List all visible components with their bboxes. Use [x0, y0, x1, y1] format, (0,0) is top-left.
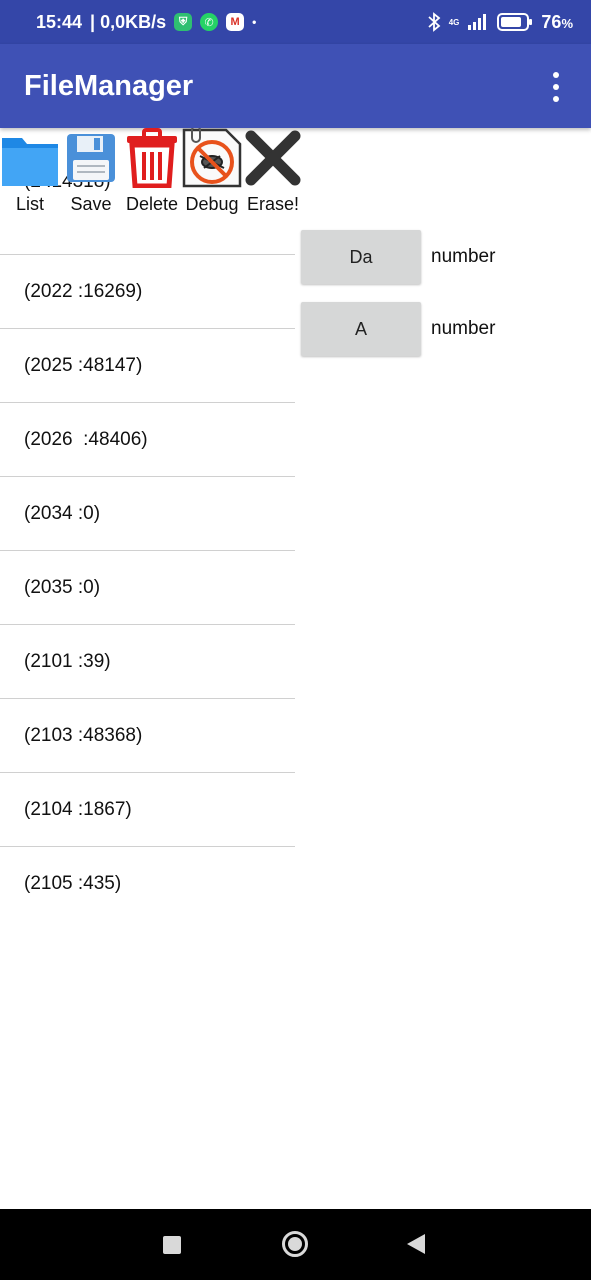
list-item[interactable]: (2022 :16269) — [0, 255, 295, 329]
record-list[interactable]: (2 :14318) (2022 :16269) (2025 :48147) (… — [0, 128, 295, 908]
debug-button[interactable]: Debug — [182, 128, 242, 220]
status-right: 4G 76% — [427, 0, 573, 44]
app-bar: FileManager — [0, 44, 591, 128]
list-button[interactable]: List — [0, 128, 60, 220]
bluetooth-icon — [428, 12, 441, 32]
list-item[interactable]: (2105 :435) — [0, 847, 295, 908]
list-item[interactable]: (2025 :48147) — [0, 329, 295, 403]
no-bug-document-icon — [182, 128, 242, 188]
a-value-label: number — [431, 318, 496, 339]
status-speed: | 0,0KB/s — [90, 11, 167, 32]
list-item-label: (2101 :39) — [24, 651, 111, 672]
folder-icon — [2, 138, 58, 186]
vpn-shield-icon: ⛨ — [174, 13, 193, 31]
trash-icon — [127, 128, 177, 188]
notification-dot-icon: • — [252, 15, 257, 29]
whatsapp-icon: ✆ — [200, 13, 219, 31]
list-item-label: (2022 :16269) — [24, 281, 143, 302]
action-toolbar: List Save Delete Debug Erase! — [0, 128, 305, 220]
list-item[interactable]: (2104 :1867) — [0, 773, 295, 847]
list-item[interactable]: (2034 :0) — [0, 477, 295, 551]
app-title: FileManager — [24, 70, 194, 102]
dot — [553, 96, 559, 102]
a-button[interactable]: A — [301, 302, 421, 356]
floppy-disk-icon — [67, 134, 115, 182]
list-item[interactable]: (2103 :48368) — [0, 699, 295, 773]
list-item-label: (2034 :0) — [24, 503, 101, 524]
status-time: 15:44 — [36, 11, 83, 32]
gmail-icon: M — [226, 13, 245, 31]
list-item-label: (2025 :48147) — [24, 355, 143, 376]
list-item-label: (2035 :0) — [24, 577, 101, 598]
list-item-label: (2026 :48406) — [24, 429, 148, 450]
battery-unit: % — [561, 15, 573, 31]
list-item[interactable]: (2101 :39) — [0, 625, 295, 699]
status-bar: 15:44 | 0,0KB/s ⛨ ✆ M • 4G 76% — [0, 0, 591, 44]
battery-level: 76 — [541, 11, 562, 32]
list-item-label: (2103 :48368) — [24, 725, 143, 746]
erase-label: Erase! — [246, 194, 300, 214]
back-button[interactable] — [407, 1234, 425, 1254]
dot — [553, 72, 559, 78]
da-button[interactable]: Da — [301, 230, 421, 284]
recents-button[interactable] — [163, 1236, 181, 1254]
list-item-label: (2104 :1867) — [24, 799, 132, 820]
erase-button[interactable]: Erase! — [243, 128, 303, 220]
home-button[interactable] — [282, 1231, 308, 1257]
list-item-label: (2105 :435) — [24, 873, 122, 894]
dot — [553, 84, 559, 90]
battery-icon — [497, 13, 533, 31]
signal-icon — [468, 14, 487, 30]
list-item[interactable]: (2026 :48406) — [0, 403, 295, 477]
save-button[interactable]: Save — [61, 128, 121, 220]
overflow-menu-button[interactable] — [541, 72, 571, 102]
delete-button[interactable]: Delete — [122, 128, 182, 220]
system-nav-bar — [0, 1209, 591, 1280]
list-item[interactable]: (2035 :0) — [0, 551, 295, 625]
da-value-label: number — [431, 246, 496, 267]
network-type: 4G — [448, 17, 460, 27]
status-left: 15:44 | 0,0KB/s ⛨ ✆ M • — [36, 0, 256, 44]
close-x-icon — [245, 130, 301, 186]
